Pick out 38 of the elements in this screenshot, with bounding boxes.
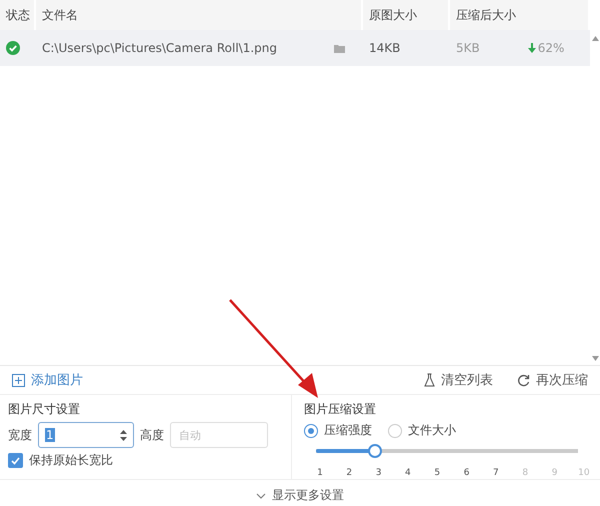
tick-label: 2: [345, 468, 354, 478]
keep-ratio-label: 保持原始长宽比: [29, 452, 113, 469]
height-input[interactable]: 自动: [170, 422, 268, 448]
more-settings-button[interactable]: 显示更多设置: [250, 486, 350, 505]
add-image-button[interactable]: 添加图片: [12, 371, 83, 389]
flask-icon: [424, 373, 435, 387]
refresh-icon: [517, 374, 530, 386]
compressed-size: 5KB: [456, 41, 480, 55]
tick-label: 5: [433, 468, 442, 478]
tick-label: 6: [462, 468, 470, 478]
tick-label: 1: [316, 468, 324, 478]
file-path: C:\Users\pc\Pictures\Camera Roll\1.png: [42, 41, 277, 55]
tick-label: 4: [404, 468, 412, 478]
height-label: 高度: [140, 426, 164, 444]
chevron-down-icon: [256, 492, 266, 498]
mode-radio[interactable]: 文件大小: [388, 422, 456, 439]
tick-label: 7: [492, 468, 500, 478]
original-size: 14KB: [369, 41, 400, 55]
spin-arrows-icon[interactable]: [120, 430, 127, 440]
checkmark-icon: [11, 456, 20, 464]
down-arrow-icon: [528, 43, 536, 53]
scroll-up-icon[interactable]: [592, 36, 598, 41]
section-title: 图片尺寸设置: [8, 401, 81, 418]
saving-percent: 62%: [538, 41, 564, 55]
section-title: 图片压缩设置: [304, 401, 377, 418]
keep-ratio-checkbox[interactable]: [8, 453, 23, 468]
scroll-down-icon[interactable]: [592, 356, 598, 361]
tick-label: 9: [550, 468, 558, 478]
mode-radio[interactable]: 压缩强度: [304, 422, 372, 439]
clear-list-button[interactable]: 清空列表: [424, 371, 493, 389]
plus-square-icon: [12, 374, 25, 386]
tick-label: 8: [521, 468, 530, 478]
folder-icon[interactable]: [334, 44, 345, 52]
width-label: 宽度: [8, 426, 32, 444]
file-row[interactable]: C:\Users\pc\Pictures\Camera Roll\1.png 14KB 5KB 62%: [0, 30, 590, 66]
tick-label: 10: [578, 468, 590, 478]
recompress-button[interactable]: 再次压缩: [517, 371, 588, 389]
tick-label: 3: [374, 468, 382, 478]
